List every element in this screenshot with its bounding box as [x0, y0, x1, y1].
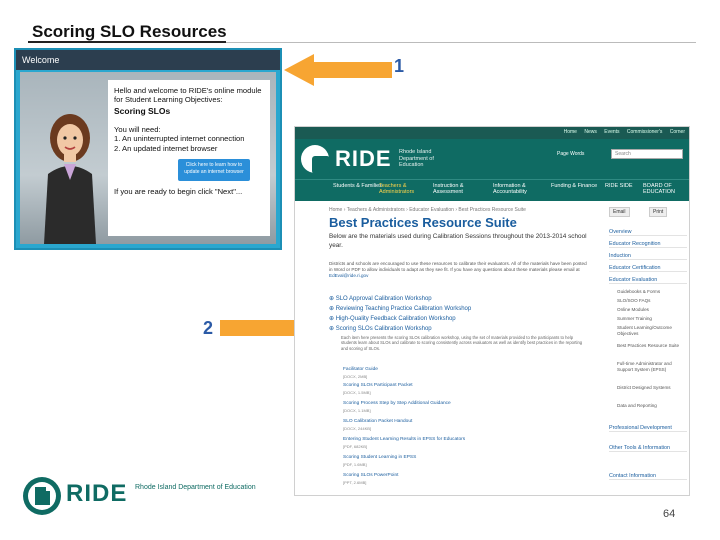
nav-ride-side[interactable]: RIDE SIDE: [605, 183, 635, 189]
site-main-nav: Students & Families Teachers & Administr…: [295, 179, 689, 201]
welcome-intro: Hello and welcome to RIDE's online modul…: [114, 86, 262, 105]
top-nav-links[interactable]: Home News Events Commissioner's Corner: [564, 129, 685, 135]
sidebar-subitem[interactable]: Guidebooks & Forms: [617, 289, 687, 295]
welcome-text-panel: Hello and welcome to RIDE's online modul…: [108, 80, 270, 236]
welcome-need: You will need:: [114, 124, 161, 134]
update-browser-button[interactable]: Click here to learn how to update an int…: [178, 159, 250, 182]
sidebar-subitem[interactable]: Summer Training: [617, 316, 687, 322]
nav-information-accountability[interactable]: Information & Accountability: [493, 183, 545, 195]
title-underline: [28, 41, 226, 43]
sidebar-item-overview[interactable]: Overview: [609, 229, 687, 237]
sidebar-subitem[interactable]: Student Learning/Outcome Objectives: [617, 325, 687, 336]
nav-teachers-administrators[interactable]: Teachers & Administrators: [379, 183, 431, 195]
ride-logo-icon: [301, 145, 330, 174]
site-header: RIDE Rhode Island Department of Educatio…: [295, 139, 689, 179]
page-heading: Best Practices Resource Suite: [329, 215, 517, 230]
welcome-module-screenshot: Welcome Hello and welcome to RIDE's onli…: [14, 48, 282, 250]
sidebar-subitem[interactable]: SLO/SOO FAQs: [617, 298, 687, 304]
nav-funding-finance[interactable]: Funding & Finance: [551, 183, 603, 189]
workshop-slo-approval[interactable]: SLO Approval Calibration Workshop: [329, 295, 432, 302]
sidebar-item-educator-evaluation[interactable]: Educator Evaluation: [609, 277, 687, 285]
breadcrumb[interactable]: Home › Teachers & Administrators › Educa…: [329, 207, 526, 213]
workshop-reviewing-teaching[interactable]: Reviewing Teaching Practice Calibration …: [329, 305, 472, 312]
workshop-description: Each item here presents the scoring SLOs…: [341, 335, 583, 351]
workshop-scoring-slos[interactable]: Scoring SLOs Calibration Workshop: [329, 325, 432, 332]
resource-link[interactable]: Facilitator Guide: [343, 367, 378, 372]
nav-instruction-assessment[interactable]: Instruction & Assessment: [433, 183, 485, 195]
page-note-text: Districts and schools are encouraged to …: [329, 261, 587, 280]
resource-meta: [PPT, 2.6MB]: [343, 480, 367, 485]
page-number: 64: [663, 508, 676, 520]
welcome-next-instruction: If you are ready to begin click "Next"..…: [114, 187, 243, 197]
resource-meta: [DOCX, 2MB]: [343, 374, 368, 379]
resource-link[interactable]: Scoring Student Learning in EPSS: [343, 455, 416, 460]
resource-link[interactable]: Scoring SLOs PowerPoint: [343, 473, 398, 478]
sidebar-item-induction[interactable]: Induction: [609, 253, 687, 261]
slide-title: Scoring SLO Resources: [32, 22, 227, 41]
resource-meta: [DOCX, 1.1MB]: [343, 408, 371, 413]
sidebar-subitem[interactable]: Best Practices Resource Suite: [617, 343, 687, 349]
workshop-high-quality-feedback[interactable]: High-Quality Feedback Calibration Worksh…: [329, 315, 456, 322]
page-lead-text: Below are the materials used during Cali…: [329, 233, 587, 249]
resource-meta: [PDF, 1.6MB]: [343, 462, 367, 467]
sidebar-subitem[interactable]: Data and Reporting: [617, 403, 687, 409]
resource-link[interactable]: Scoring Process Step by Step Additional …: [343, 401, 451, 406]
resource-link[interactable]: Scoring SLOs Participant Packet: [343, 383, 413, 388]
callout-label-1: 1: [394, 56, 405, 76]
footer-logo-subtitle: Rhode Island Department of Education: [135, 484, 256, 491]
welcome-body: Hello and welcome to RIDE's online modul…: [20, 72, 276, 244]
sidebar-item-contact-information[interactable]: Contact Information: [609, 473, 687, 481]
presenter-avatar-icon: [44, 114, 96, 244]
contact-email-link[interactable]: EdEval@ride.ri.gov: [329, 273, 368, 278]
site-logo-text[interactable]: RIDE: [335, 146, 392, 172]
sidebar-item-professional-development[interactable]: Professional Development: [609, 425, 687, 433]
footer-logo-text: RIDE: [66, 480, 128, 507]
callout-arrow-left-icon: [284, 54, 392, 86]
note-body: Districts and schools are encouraged to …: [329, 261, 587, 273]
resource-meta: [DOCX, 244KB]: [343, 426, 372, 431]
ride-footer-logo-icon: [23, 477, 61, 515]
welcome-window-title: Welcome: [16, 50, 280, 70]
site-top-nav: Home News Events Commissioner's Corner: [295, 127, 689, 139]
site-sidebar: Email Print Overview Educator Recognitio…: [609, 207, 689, 495]
sidebar-subitem[interactable]: Full-time Administrator and Support Syst…: [617, 361, 687, 372]
sidebar-subitem[interactable]: Online Modules: [617, 307, 687, 313]
search-input[interactable]: Search: [611, 149, 683, 159]
callout-label-2: 2: [203, 318, 214, 338]
search-label: Page Words: [557, 151, 585, 157]
requirement-2: 2. An updated internet browser: [114, 143, 218, 153]
welcome-heading: Scoring SLOs: [114, 105, 171, 116]
site-logo-subtitle: Rhode Island Department of Education: [399, 149, 434, 169]
sidebar-item-educator-certification[interactable]: Educator Certification: [609, 265, 687, 273]
requirement-1: 1. An uninterrupted internet connection: [114, 134, 245, 144]
nav-students-families[interactable]: Students & Families: [333, 183, 385, 189]
resource-link[interactable]: SLO Calibration Packet Handout: [343, 419, 412, 424]
sidebar-item-educator-recognition[interactable]: Educator Recognition: [609, 241, 687, 249]
sidebar-item-other-tools[interactable]: Other Tools & Information: [609, 445, 687, 453]
resource-meta: [PDF, 682KB]: [343, 444, 368, 449]
sidebar-subitem[interactable]: District Designed Systems: [617, 385, 687, 391]
ride-website-screenshot: Home News Events Commissioner's Corner R…: [294, 126, 690, 496]
resource-link[interactable]: Entering Student Learning Results in EPS…: [343, 437, 465, 442]
nav-board-of-education[interactable]: BOARD OF EDUCATION: [643, 183, 687, 195]
print-button[interactable]: Print: [649, 207, 668, 217]
resource-meta: [DOCX, 1.5MB]: [343, 390, 371, 395]
email-button[interactable]: Email: [609, 207, 630, 217]
